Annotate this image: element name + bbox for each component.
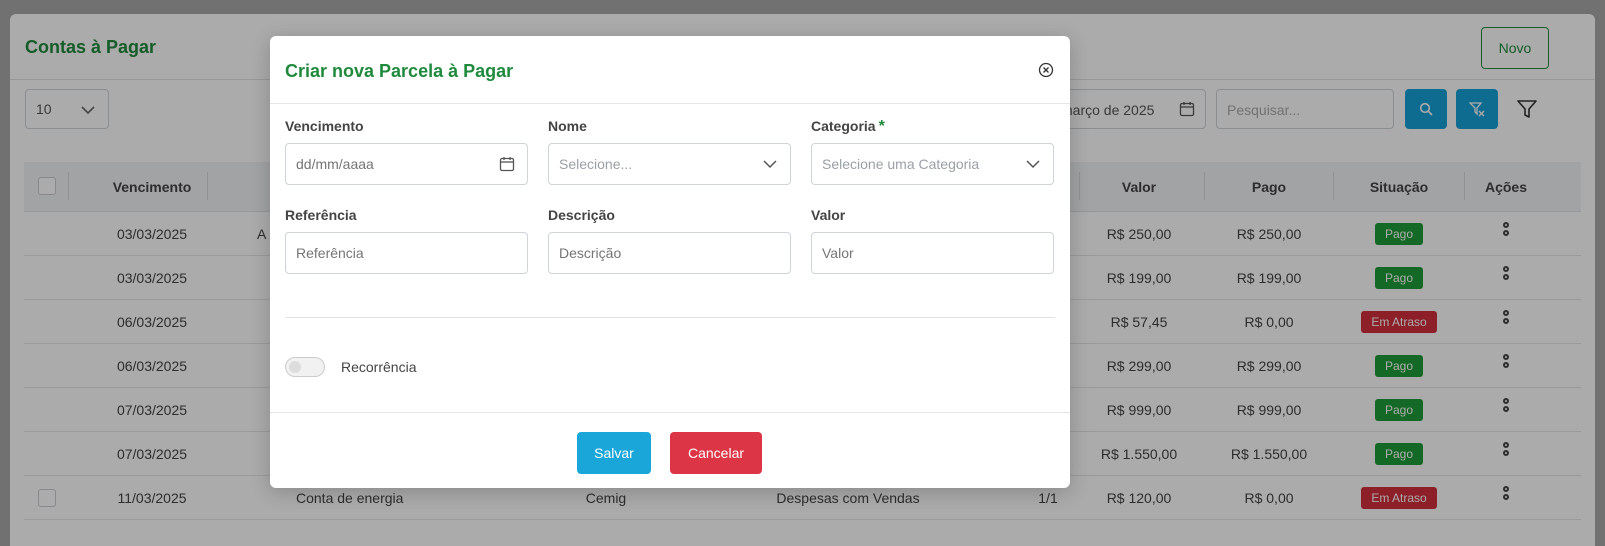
close-icon[interactable] <box>1038 62 1054 78</box>
vencimento-input[interactable] <box>296 156 501 172</box>
valor-input[interactable] <box>822 245 1027 261</box>
categoria-select[interactable]: Selecione uma Categoria <box>811 143 1054 185</box>
required-marker: * <box>878 118 885 135</box>
referencia-field[interactable] <box>285 232 528 274</box>
chevron-down-icon <box>763 160 777 169</box>
form-divider <box>285 317 1055 318</box>
categoria-label-text: Categoria <box>811 118 876 134</box>
vencimento-label: Vencimento <box>285 118 364 134</box>
create-installment-modal: Criar nova Parcela à Pagar Vencimento No… <box>270 36 1070 488</box>
descricao-field[interactable] <box>548 232 791 274</box>
categoria-select-placeholder: Selecione uma Categoria <box>822 156 980 172</box>
recorrencia-toggle[interactable] <box>285 357 325 377</box>
descricao-label: Descrição <box>548 207 615 223</box>
nome-select-placeholder: Selecione... <box>559 156 633 172</box>
modal-title: Criar nova Parcela à Pagar <box>285 61 514 81</box>
recorrencia-label: Recorrência <box>341 359 417 375</box>
nome-select[interactable]: Selecione... <box>548 143 791 185</box>
modal-header: Criar nova Parcela à Pagar <box>270 36 1070 104</box>
modal-footer: Salvar Cancelar <box>270 412 1070 488</box>
valor-label: Valor <box>811 207 846 223</box>
nome-label: Nome <box>548 118 587 134</box>
referencia-label: Referência <box>285 207 357 223</box>
cancel-button[interactable]: Cancelar <box>670 432 762 474</box>
categoria-label: Categoria * <box>811 118 885 136</box>
valor-field[interactable] <box>811 232 1054 274</box>
save-button[interactable]: Salvar <box>577 432 651 474</box>
calendar-icon[interactable] <box>499 156 515 172</box>
chevron-down-icon <box>1026 160 1040 169</box>
toggle-knob <box>289 361 301 373</box>
vencimento-field[interactable] <box>285 143 528 185</box>
referencia-input[interactable] <box>296 245 501 261</box>
descricao-input[interactable] <box>559 245 764 261</box>
